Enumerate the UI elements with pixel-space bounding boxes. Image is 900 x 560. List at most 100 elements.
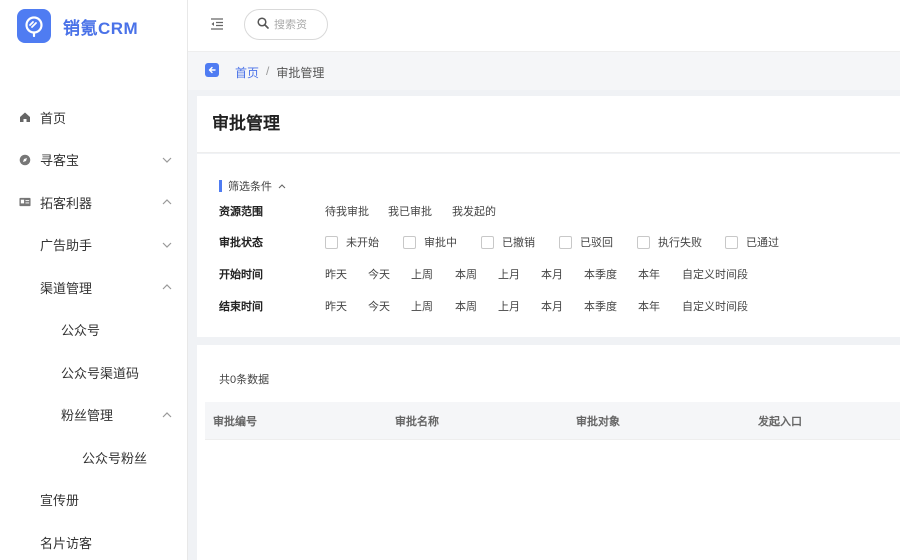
filter-heading: 筛选条件 xyxy=(228,181,272,193)
sidebar-item-label: 粉丝管理 xyxy=(61,408,114,424)
start-time-option[interactable]: 本周 xyxy=(455,266,477,282)
checkbox-box[interactable] xyxy=(325,235,338,249)
sidebar-item-label: 拓客利器 xyxy=(40,195,93,211)
checkbox-label: 已驳回 xyxy=(580,237,613,249)
end-time-option[interactable]: 本年 xyxy=(638,298,660,314)
page-title-card: 审批管理 xyxy=(197,96,900,153)
breadcrumb-separator: / xyxy=(266,64,270,78)
brand-name: 销氪CRM xyxy=(63,18,139,38)
chevron-down-icon xyxy=(162,240,172,250)
column-header[interactable]: 审批名称 xyxy=(395,413,439,429)
sidebar-item-label: 名片访客 xyxy=(40,535,93,551)
search-box[interactable] xyxy=(244,9,328,40)
table-header: 审批编号 审批名称 审批对象 发起入口 xyxy=(205,402,900,440)
status-checkbox[interactable]: 已撤销 xyxy=(481,234,535,250)
sidebar-item-tuokeliqi[interactable]: 拓客利器 xyxy=(0,181,188,224)
breadcrumb: 首页 / 审批管理 xyxy=(235,64,324,81)
sidebar-item-label: 宣传册 xyxy=(40,493,80,509)
start-time-option[interactable]: 昨天 xyxy=(325,266,347,282)
brand-logo[interactable]: 销氪CRM xyxy=(17,8,138,44)
end-time-option[interactable]: 本周 xyxy=(455,298,477,314)
sidebar-item-label: 寻客宝 xyxy=(40,153,80,169)
end-time-option[interactable]: 上周 xyxy=(411,298,433,314)
start-time-option[interactable]: 自定义时间段 xyxy=(682,266,748,282)
top-header xyxy=(188,0,900,52)
checkbox-box[interactable] xyxy=(637,235,650,249)
sidebar-item-xunkebao[interactable]: 寻客宝 xyxy=(0,139,188,182)
sidebar-item-label: 渠道管理 xyxy=(40,280,93,296)
chevron-up-icon xyxy=(162,410,172,420)
scope-option[interactable]: 待我审批 xyxy=(325,203,369,219)
record-count: 共0条数据 xyxy=(219,374,270,386)
sidebar-item-brochure[interactable]: 宣传册 xyxy=(0,479,188,522)
sidebar: 销氪CRM 首页 寻客宝 拓客利器 广告助手 渠道管理 公众号 公众号渠道码 粉… xyxy=(0,0,188,560)
sidebar-item-label: 公众号渠道码 xyxy=(61,365,140,381)
checkbox-box[interactable] xyxy=(481,235,494,249)
sidebar-item-fan-management[interactable]: 粉丝管理 xyxy=(0,394,188,437)
status-checkbox[interactable]: 未开始 xyxy=(325,234,379,250)
card-icon xyxy=(19,196,31,208)
sidebar-item-label: 公众号粉丝 xyxy=(82,450,148,466)
status-checkbox[interactable]: 执行失败 xyxy=(637,234,702,250)
checkbox-label: 已撤销 xyxy=(502,237,535,249)
breadcrumb-current: 审批管理 xyxy=(276,66,325,80)
scope-option[interactable]: 我发起的 xyxy=(452,203,496,219)
sidebar-item-official-account-fans[interactable]: 公众号粉丝 xyxy=(0,436,188,479)
filter-label: 审批状态 xyxy=(219,237,263,249)
scope-option[interactable]: 我已审批 xyxy=(388,203,432,219)
sidebar-item-channel-management[interactable]: 渠道管理 xyxy=(0,266,188,309)
start-time-option[interactable]: 本季度 xyxy=(584,266,617,282)
sidebar-menu: 首页 寻客宝 拓客利器 广告助手 渠道管理 公众号 公众号渠道码 粉丝管理 公众… xyxy=(0,96,188,560)
status-checkbox[interactable]: 已通过 xyxy=(725,234,779,250)
sidebar-item-official-account[interactable]: 公众号 xyxy=(0,309,188,352)
sidebar-item-official-account-channel-code[interactable]: 公众号渠道码 xyxy=(0,351,188,394)
checkbox-box[interactable] xyxy=(725,235,738,249)
end-time-option[interactable]: 本季度 xyxy=(584,298,617,314)
end-time-option[interactable]: 本月 xyxy=(541,298,563,314)
status-checkbox[interactable]: 已驳回 xyxy=(559,234,613,250)
start-time-option[interactable]: 本年 xyxy=(638,266,660,282)
start-time-option[interactable]: 上月 xyxy=(498,266,520,282)
sidebar-item-home[interactable]: 首页 xyxy=(0,96,188,139)
checkbox-label: 未开始 xyxy=(346,237,379,249)
filter-panel: 筛选条件 资源范围 待我审批 我已审批 我发起的 审批状态 未开始 审批中 已撤… xyxy=(197,154,900,337)
chevron-down-icon xyxy=(162,155,172,165)
filter-accent-bar xyxy=(219,180,222,192)
checkbox-box[interactable] xyxy=(559,235,572,249)
start-time-option[interactable]: 本月 xyxy=(541,266,563,282)
filter-toggle[interactable]: 筛选条件 xyxy=(219,178,286,194)
chevron-up-icon xyxy=(278,183,286,189)
back-arrow-icon[interactable] xyxy=(205,63,219,77)
brand-logo-icon xyxy=(17,9,51,43)
start-time-option[interactable]: 今天 xyxy=(368,266,390,282)
column-header[interactable]: 发起入口 xyxy=(758,413,802,429)
checkbox-label: 审批中 xyxy=(424,237,457,249)
sidebar-item-label: 公众号 xyxy=(61,323,101,339)
end-time-option[interactable]: 自定义时间段 xyxy=(682,298,748,314)
checkbox-label: 执行失败 xyxy=(658,237,702,249)
sidebar-item-ad-assistant[interactable]: 广告助手 xyxy=(0,224,188,267)
menu-fold-icon[interactable] xyxy=(209,16,225,32)
sidebar-item-label: 首页 xyxy=(40,110,67,126)
search-icon xyxy=(257,17,269,32)
end-time-option[interactable]: 今天 xyxy=(368,298,390,314)
filter-label: 开始时间 xyxy=(219,269,263,281)
filter-label: 资源范围 xyxy=(219,206,263,218)
breadcrumb-bar: 首页 / 审批管理 xyxy=(188,52,900,90)
home-icon xyxy=(19,111,31,123)
column-header[interactable]: 审批对象 xyxy=(576,413,620,429)
filter-label: 结束时间 xyxy=(219,301,263,313)
checkbox-box[interactable] xyxy=(403,235,416,249)
approval-table-card: 共0条数据 审批编号 审批名称 审批对象 发起入口 xyxy=(197,345,900,560)
chevron-up-icon xyxy=(162,282,172,292)
checkbox-label: 已通过 xyxy=(746,237,779,249)
end-time-option[interactable]: 昨天 xyxy=(325,298,347,314)
search-input[interactable] xyxy=(274,18,324,31)
end-time-option[interactable]: 上月 xyxy=(498,298,520,314)
sidebar-item-card-visitors[interactable]: 名片访客 xyxy=(0,521,188,560)
start-time-option[interactable]: 上周 xyxy=(411,266,433,282)
breadcrumb-home-link[interactable]: 首页 xyxy=(235,64,259,81)
column-header[interactable]: 审批编号 xyxy=(213,413,257,429)
status-checkbox[interactable]: 审批中 xyxy=(403,234,457,250)
page-title: 审批管理 xyxy=(212,114,280,133)
